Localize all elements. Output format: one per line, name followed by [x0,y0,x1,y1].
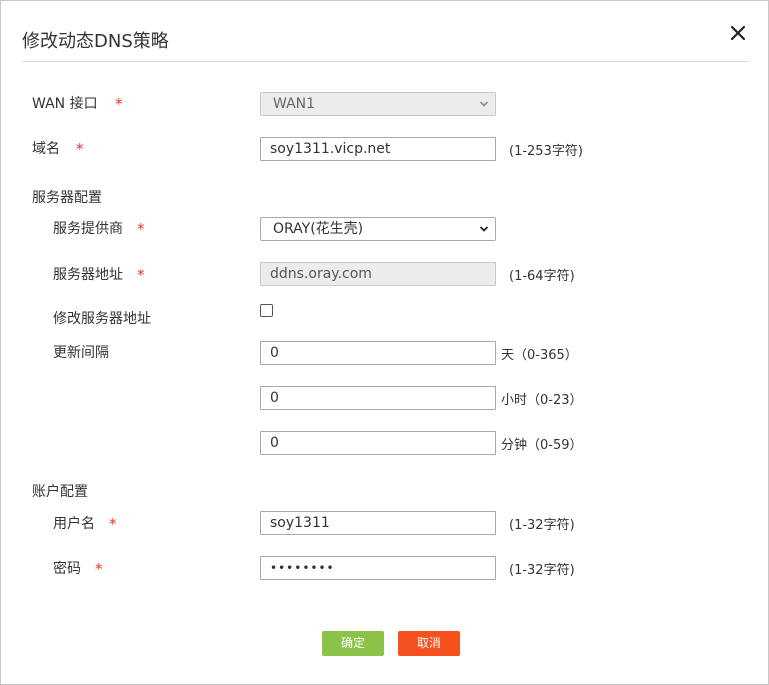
interval-hours-input[interactable]: 0 [260,386,496,410]
username-input[interactable]: soy1311 [260,511,496,535]
required-mark: * [137,266,145,284]
wan-interface-select[interactable]: WAN1 [260,92,496,116]
title-divider [22,61,749,62]
chevron-down-icon [479,226,489,232]
edit-ddns-dialog: 修改动态DNS策略 WAN 接口 * WAN1 域名 * soy1311.vic… [0,0,769,685]
required-mark: * [137,220,145,238]
required-mark: * [115,95,123,113]
update-interval-label: 更新间隔 [53,345,109,361]
domain-hint: (1-253字符) [509,144,583,159]
modify-server-address-checkbox[interactable] [260,304,273,317]
server-address-label: 服务器地址 [53,267,123,283]
server-address-input[interactable]: ddns.oray.com [260,262,496,286]
interval-minutes-input[interactable]: 0 [260,431,496,455]
password-input[interactable]: •••••••• [260,556,496,580]
domain-input[interactable]: soy1311.vicp.net [260,137,496,161]
interval-minutes-unit: 分钟（0-59） [501,438,583,453]
provider-label: 服务提供商 [53,221,123,237]
interval-days-unit: 天（0-365） [501,348,578,363]
chevron-down-icon [479,101,489,107]
provider-value: ORAY(花生壳) [273,221,364,237]
password-hint: (1-32字符) [509,563,575,578]
required-mark: * [109,515,117,533]
wan-interface-label: WAN 接口 [32,96,98,112]
modify-server-address-label: 修改服务器地址 [53,311,151,327]
username-label: 用户名 [53,516,95,532]
username-hint: (1-32字符) [509,518,575,533]
domain-label: 域名 [32,141,60,157]
provider-select[interactable]: ORAY(花生壳) [260,217,496,241]
interval-days-input[interactable]: 0 [260,341,496,365]
account-config-section: 账户配置 [32,484,88,500]
password-label: 密码 [53,561,81,577]
required-mark: * [76,140,84,158]
cancel-button[interactable]: 取消 [398,631,460,656]
confirm-button[interactable]: 确定 [322,631,384,656]
close-icon[interactable] [727,22,749,44]
server-config-section: 服务器配置 [32,190,102,206]
dialog-title: 修改动态DNS策略 [22,31,169,52]
required-mark: * [95,560,103,578]
server-address-hint: (1-64字符) [509,269,575,284]
interval-hours-unit: 小时（0-23） [501,393,583,408]
wan-interface-value: WAN1 [273,96,316,112]
